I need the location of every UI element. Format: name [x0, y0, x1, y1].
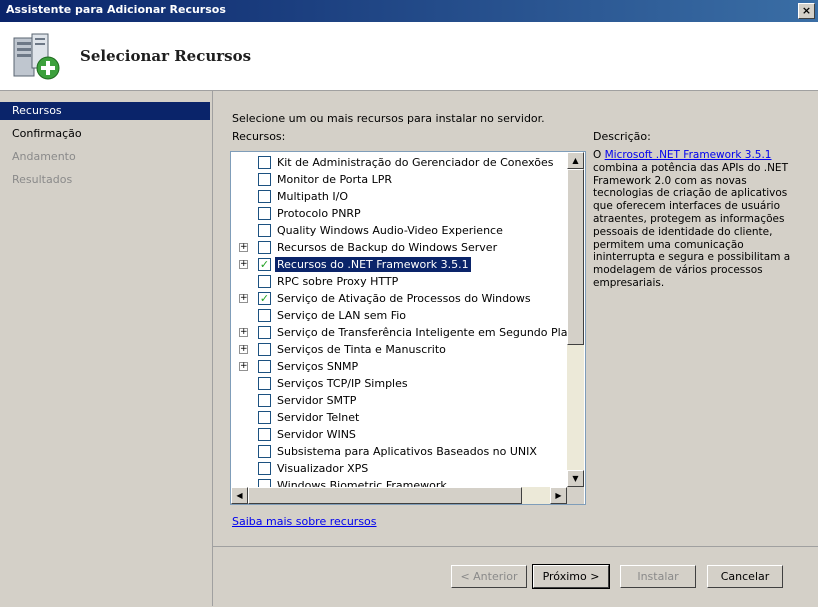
description-body: combina a potência das APIs do .NET Fram… [593, 161, 791, 289]
wizard-header: Selecionar Recursos [0, 22, 818, 91]
horizontal-scroll-thumb[interactable] [248, 487, 522, 504]
feature-label: Monitor de Porta LPR [277, 173, 393, 186]
scroll-left-icon[interactable]: ◀ [231, 487, 248, 504]
feature-checkbox[interactable] [258, 377, 271, 390]
expand-icon[interactable]: + [239, 328, 248, 337]
expand-icon[interactable]: + [239, 243, 248, 252]
close-button[interactable]: × [798, 3, 815, 19]
feature-checkbox[interactable] [258, 445, 271, 458]
feature-label: Visualizador XPS [277, 462, 369, 475]
vertical-scrollbar[interactable]: ▲ ▼ [567, 152, 584, 487]
description-link[interactable]: Microsoft .NET Framework 3.5.1 [605, 149, 772, 161]
feature-row[interactable]: + Serviços SNMP [231, 358, 567, 375]
description-label: Descrição: [593, 130, 651, 143]
feature-row[interactable]: + Recursos de Backup do Windows Server [231, 239, 567, 256]
feature-checkbox[interactable] [258, 224, 271, 237]
feature-label: Protocolo PNRP [277, 207, 361, 220]
feature-label: Servidor WINS [277, 428, 356, 441]
install-button[interactable]: Instalar [620, 565, 696, 588]
feature-checkbox[interactable] [258, 326, 271, 339]
feature-label: RPC sobre Proxy HTTP [277, 275, 399, 288]
feature-label: Serviços TCP/IP Simples [277, 377, 408, 390]
feature-label: Serviço de Ativação de Processos do Wind… [277, 292, 531, 305]
feature-row[interactable]: Multipath I/O [231, 188, 567, 205]
feature-checkbox[interactable]: ✓ [258, 292, 271, 305]
feature-row[interactable]: Servidor SMTP [231, 392, 567, 409]
feature-checkbox[interactable] [258, 343, 271, 356]
feature-checkbox[interactable] [258, 190, 271, 203]
vertical-scroll-thumb[interactable] [567, 169, 584, 345]
feature-checkbox[interactable] [258, 173, 271, 186]
feature-label: Serviços SNMP [277, 360, 359, 373]
feature-label: Quality Windows Audio-Video Experience [277, 224, 503, 237]
feature-row[interactable]: + ✓ Recursos do .NET Framework 3.5.1 [231, 256, 567, 273]
features-label: Recursos: [232, 130, 286, 143]
back-button[interactable]: < Anterior [451, 565, 527, 588]
learn-more-link[interactable]: Saiba mais sobre recursos [232, 515, 377, 528]
feature-checkbox[interactable] [258, 275, 271, 288]
feature-checkbox[interactable] [258, 309, 271, 322]
feature-label: Recursos de Backup do Windows Server [277, 241, 498, 254]
step-recursos[interactable]: Recursos [0, 102, 210, 120]
feature-row[interactable]: Serviço de LAN sem Fio [231, 307, 567, 324]
feature-row[interactable]: + Serviço de Transferência Inteligente em… [231, 324, 585, 341]
expand-icon[interactable]: + [239, 362, 248, 371]
page-title: Selecionar Recursos [80, 47, 252, 65]
instruction-text: Selecione um ou mais recursos para insta… [232, 112, 545, 125]
next-button[interactable]: Próximo > [532, 564, 610, 589]
feature-checkbox[interactable] [258, 394, 271, 407]
feature-row[interactable]: + Serviços de Tinta e Manuscrito [231, 341, 567, 358]
feature-label: Servidor SMTP [277, 394, 357, 407]
description-prefix: O [593, 149, 605, 161]
feature-row[interactable]: Protocolo PNRP [231, 205, 567, 222]
server-add-icon [13, 33, 60, 80]
features-list[interactable]: Kit de Administração do Gerenciador de C… [230, 151, 586, 505]
feature-label: Serviço de LAN sem Fio [277, 309, 407, 322]
feature-label: Recursos do .NET Framework 3.5.1 [275, 257, 471, 272]
scroll-up-icon[interactable]: ▲ [567, 152, 584, 169]
expand-icon[interactable]: + [239, 294, 248, 303]
step-confirmacao[interactable]: Confirmação [0, 125, 210, 143]
feature-checkbox[interactable] [258, 428, 271, 441]
feature-label: Servidor Telnet [277, 411, 360, 424]
feature-label: Serviço de Transferência Inteligente em … [277, 326, 586, 339]
feature-checkbox[interactable] [258, 241, 271, 254]
step-resultados: Resultados [12, 173, 73, 186]
feature-row[interactable]: Monitor de Porta LPR [231, 171, 567, 188]
window-title: Assistente para Adicionar Recursos [6, 3, 226, 16]
feature-row[interactable]: Serviços TCP/IP Simples [231, 375, 567, 392]
scroll-corner [567, 487, 584, 504]
feature-row[interactable]: Quality Windows Audio-Video Experience [231, 222, 567, 239]
step-andamento: Andamento [12, 150, 76, 163]
feature-checkbox[interactable] [258, 156, 271, 169]
wizard-window: Assistente para Adicionar Recursos × Sel… [0, 0, 818, 606]
feature-label: Subsistema para Aplicativos Baseados no … [277, 445, 537, 458]
scroll-right-icon[interactable]: ▶ [550, 487, 567, 504]
feature-row[interactable]: Servidor Telnet [231, 409, 567, 426]
wizard-steps: Recursos Confirmação Andamento Resultado… [0, 91, 213, 606]
expand-icon[interactable]: + [239, 345, 248, 354]
feature-row[interactable]: Kit de Administração do Gerenciador de C… [231, 154, 567, 171]
feature-row[interactable]: Servidor WINS [231, 426, 567, 443]
feature-checkbox[interactable] [258, 207, 271, 220]
feature-label: Multipath I/O [277, 190, 349, 203]
feature-row[interactable]: RPC sobre Proxy HTTP [231, 273, 567, 290]
title-bar[interactable]: Assistente para Adicionar Recursos × [0, 0, 818, 22]
expand-icon[interactable]: + [239, 260, 248, 269]
feature-label: Kit de Administração do Gerenciador de C… [277, 156, 554, 169]
cancel-button[interactable]: Cancelar [707, 565, 783, 588]
feature-row[interactable]: Visualizador XPS [231, 460, 567, 477]
feature-label: Serviços de Tinta e Manuscrito [277, 343, 446, 356]
feature-checkbox[interactable]: ✓ [258, 258, 271, 271]
feature-description: O Microsoft .NET Framework 3.5.1 combina… [593, 149, 798, 290]
feature-row[interactable]: + ✓ Serviço de Ativação de Processos do Wi… [231, 290, 567, 307]
horizontal-scrollbar[interactable]: ◀ ▶ [231, 487, 567, 504]
feature-checkbox[interactable] [258, 462, 271, 475]
feature-checkbox[interactable] [258, 360, 271, 373]
feature-checkbox[interactable] [258, 411, 271, 424]
feature-row[interactable]: Subsistema para Aplicativos Baseados no … [231, 443, 567, 460]
scroll-down-icon[interactable]: ▼ [567, 470, 584, 487]
